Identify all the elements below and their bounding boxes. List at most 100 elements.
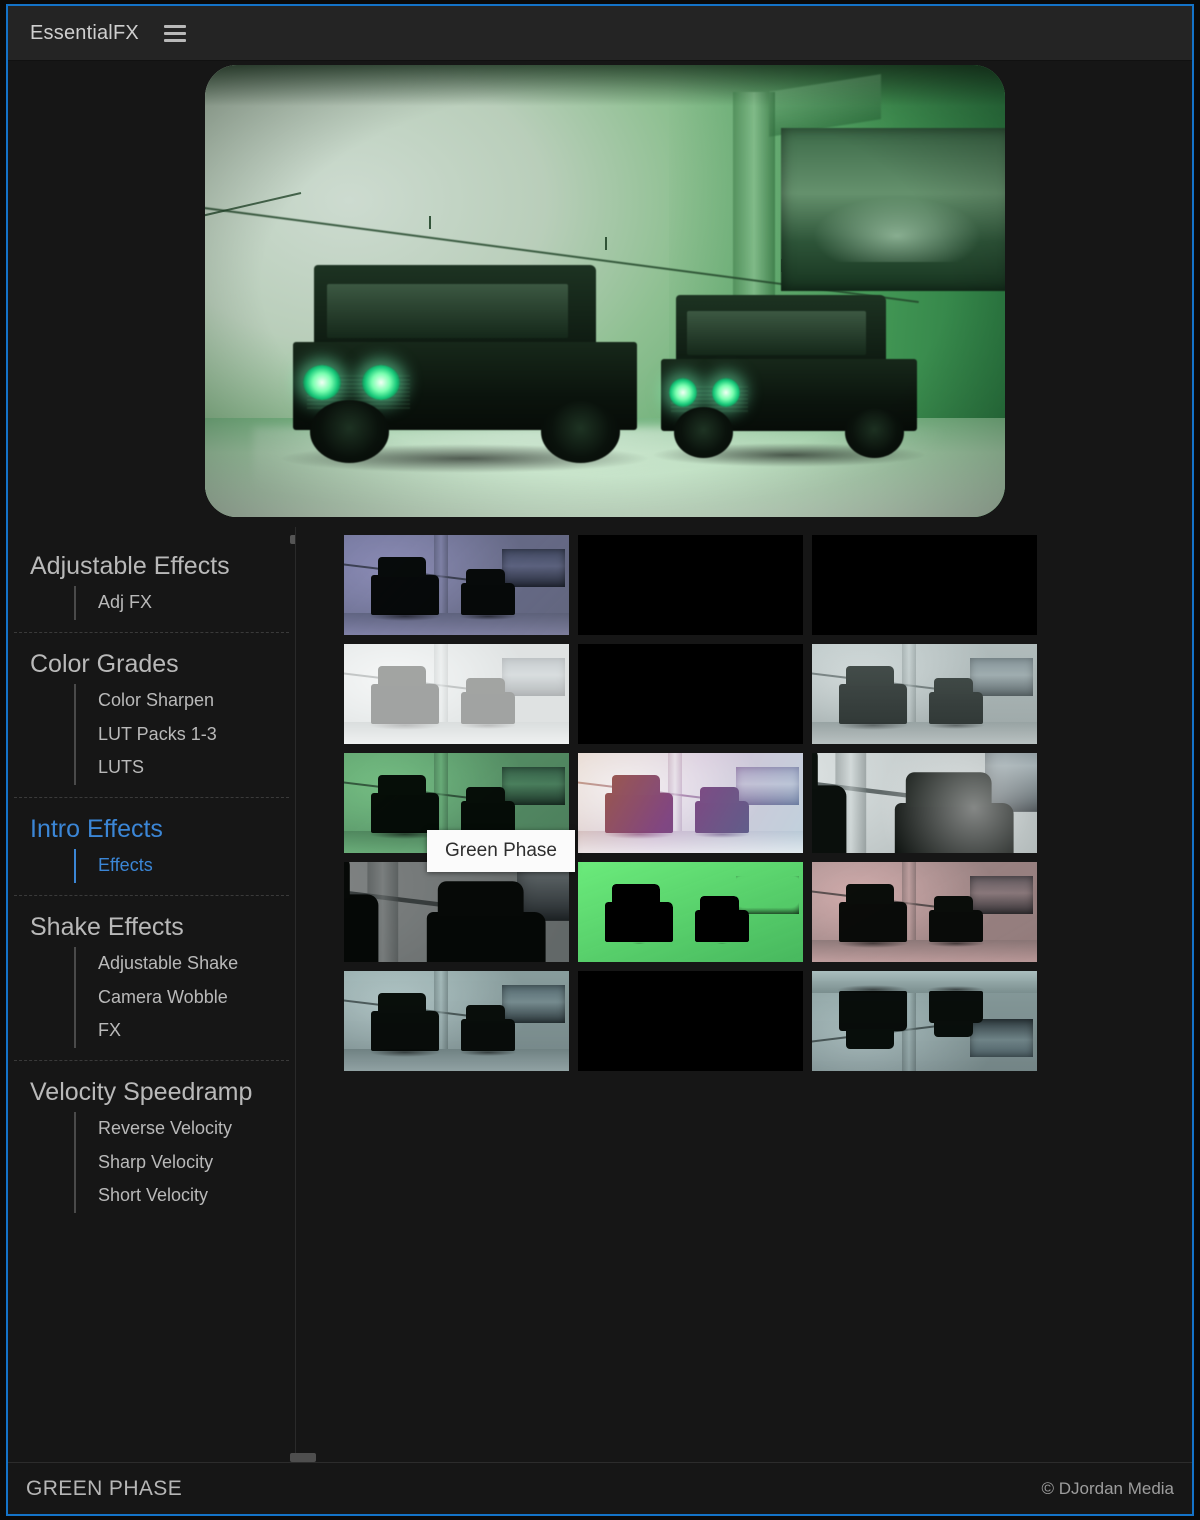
panel-resize-handle[interactable] bbox=[290, 1453, 316, 1462]
mini-vehicle bbox=[839, 991, 907, 1031]
thumbnail-item[interactable] bbox=[578, 753, 803, 853]
mini-vehicle bbox=[578, 974, 683, 1071]
sidebar-divider bbox=[14, 631, 289, 633]
thumbnail-preview bbox=[344, 971, 569, 1071]
thumbnail-item[interactable] bbox=[812, 753, 1037, 853]
mini-poster bbox=[969, 1019, 1033, 1057]
sidebar-item-color-sharpen[interactable]: Color Sharpen bbox=[74, 684, 281, 718]
thumbnail-item[interactable] bbox=[578, 971, 803, 1071]
sidebar-group-header[interactable]: Adjustable Effects bbox=[22, 545, 281, 586]
sidebar-item-adj-fx[interactable]: Adj FX bbox=[74, 586, 281, 620]
preview-scene bbox=[205, 65, 1005, 517]
scene-vignette bbox=[205, 65, 1005, 517]
mini-poster bbox=[501, 658, 565, 696]
status-copyright: © DJordan Media bbox=[1041, 1478, 1174, 1498]
mini-vehicle bbox=[602, 775, 675, 840]
sidebar-item-sharp-velocity[interactable]: Sharp Velocity bbox=[74, 1145, 281, 1180]
mini-vehicle bbox=[368, 993, 441, 1058]
sidebar-item-camera-wobble[interactable]: Camera Wobble bbox=[74, 980, 281, 1015]
sidebar-divider bbox=[14, 796, 289, 798]
mini-poster bbox=[735, 876, 799, 914]
status-bar: GREEN PHASE © DJordan Media bbox=[8, 1462, 1192, 1514]
sidebar-item-reverse-velocity[interactable]: Reverse Velocity bbox=[74, 1112, 281, 1146]
hamburger-bar bbox=[163, 38, 186, 42]
mini-poster bbox=[501, 549, 565, 587]
thumbnail-preview bbox=[812, 971, 1037, 1071]
thumbnail-preview bbox=[812, 753, 1037, 853]
mini-vehicle bbox=[602, 884, 675, 949]
mini-vehicle bbox=[602, 666, 675, 731]
sidebar-group-header[interactable]: Color Grades bbox=[22, 643, 281, 684]
mini-poster bbox=[501, 985, 565, 1023]
hamburger-bar bbox=[163, 31, 186, 35]
mini-vehicle bbox=[368, 557, 441, 622]
thumbnail-item[interactable] bbox=[812, 971, 1037, 1071]
mini-vehicle bbox=[693, 895, 751, 948]
mini-vehicle bbox=[836, 666, 909, 731]
thumbnail-preview bbox=[344, 535, 569, 635]
mini-poster bbox=[735, 566, 799, 594]
thumbnail-panel: Green Phase bbox=[296, 527, 1192, 1462]
thumbnail-item[interactable] bbox=[812, 535, 1037, 635]
mini-vehicle bbox=[459, 1004, 517, 1057]
sidebar-item-fx[interactable]: FX bbox=[74, 1014, 281, 1048]
thumbnail-item[interactable] bbox=[344, 644, 569, 744]
thumbnail-item[interactable] bbox=[812, 862, 1037, 962]
preview-player[interactable] bbox=[205, 65, 1005, 517]
thumbnail-preview bbox=[344, 862, 569, 962]
mini-vehicle bbox=[459, 786, 517, 839]
status-current-effect: GREEN PHASE bbox=[26, 1476, 183, 1500]
thumbnail-item[interactable] bbox=[812, 644, 1037, 744]
sidebar-group-header[interactable]: Velocity Speedramp bbox=[22, 1071, 281, 1112]
thumbnail-item[interactable] bbox=[578, 644, 803, 744]
thumbnail-item[interactable] bbox=[344, 535, 569, 635]
mini-poster bbox=[969, 658, 1033, 696]
sidebar-item-short-velocity[interactable]: Short Velocity bbox=[74, 1179, 281, 1213]
hamburger-icon[interactable] bbox=[163, 24, 186, 42]
sidebar: Adjustable Effects Adj FX Color Grades Colo… bbox=[8, 527, 296, 1462]
mini-vehicle bbox=[426, 880, 546, 962]
mini-poster bbox=[735, 658, 799, 696]
thumbnail-grid bbox=[344, 535, 1039, 1071]
thumbnail-item[interactable] bbox=[344, 862, 569, 962]
sidebar-item-lut-packs-1-3[interactable]: LUT Packs 1-3 bbox=[74, 717, 281, 752]
mini-vehicle bbox=[927, 677, 985, 730]
sidebar-group: Color Grades Color Sharpen LUT Packs 1-3 LU… bbox=[8, 643, 295, 785]
sidebar-group: Velocity Speedramp Reverse Velocity Sharp … bbox=[8, 1071, 295, 1213]
mini-vehicle bbox=[693, 786, 751, 839]
sidebar-group: Adjustable Effects Adj FX bbox=[8, 545, 295, 620]
thumbnail-preview bbox=[812, 644, 1037, 744]
sidebar-group-header[interactable]: Intro Effects bbox=[22, 808, 281, 849]
mini-vehicle bbox=[812, 753, 846, 853]
hamburger-bar bbox=[163, 24, 186, 28]
thumbnail-preview bbox=[812, 862, 1037, 962]
thumbnail-tooltip: Green Phase bbox=[427, 830, 575, 872]
thumbnail-preview bbox=[344, 644, 569, 744]
thumbnail-preview bbox=[578, 862, 803, 962]
body-area: Adjustable Effects Adj FX Color Grades Colo… bbox=[8, 527, 1192, 1462]
mini-vehicle bbox=[693, 677, 751, 730]
sidebar-divider bbox=[14, 1059, 289, 1061]
sidebar-item-luts[interactable]: LUTS bbox=[74, 751, 281, 785]
mini-vehicle bbox=[459, 677, 517, 730]
thumbnail-item[interactable] bbox=[344, 971, 569, 1071]
mini-vehicle bbox=[726, 1027, 803, 1071]
mini-poster bbox=[735, 767, 799, 805]
mini-vehicle bbox=[929, 991, 983, 1023]
mini-vehicle bbox=[927, 584, 985, 622]
thumbnail-item[interactable] bbox=[578, 862, 803, 962]
sidebar-group-header[interactable]: Shake Effects bbox=[22, 906, 281, 947]
mini-poster bbox=[969, 876, 1033, 914]
preview-stage bbox=[8, 61, 1192, 527]
thumbnail-preview bbox=[578, 753, 803, 853]
mini-vehicle bbox=[368, 775, 441, 840]
mini-vehicle bbox=[459, 568, 517, 621]
sidebar-item-adjustable-shake[interactable]: Adjustable Shake bbox=[74, 946, 281, 981]
mini-vehicle bbox=[693, 580, 751, 618]
app-window: EssentialFX Adjustable Effects Adj FX Co… bbox=[6, 4, 1194, 1516]
mini-poster bbox=[501, 767, 565, 805]
sidebar-item-effects[interactable]: Effects bbox=[74, 849, 281, 883]
thumbnail-item[interactable] bbox=[578, 535, 803, 635]
sidebar-divider bbox=[14, 894, 289, 896]
mini-poster bbox=[969, 570, 1033, 598]
